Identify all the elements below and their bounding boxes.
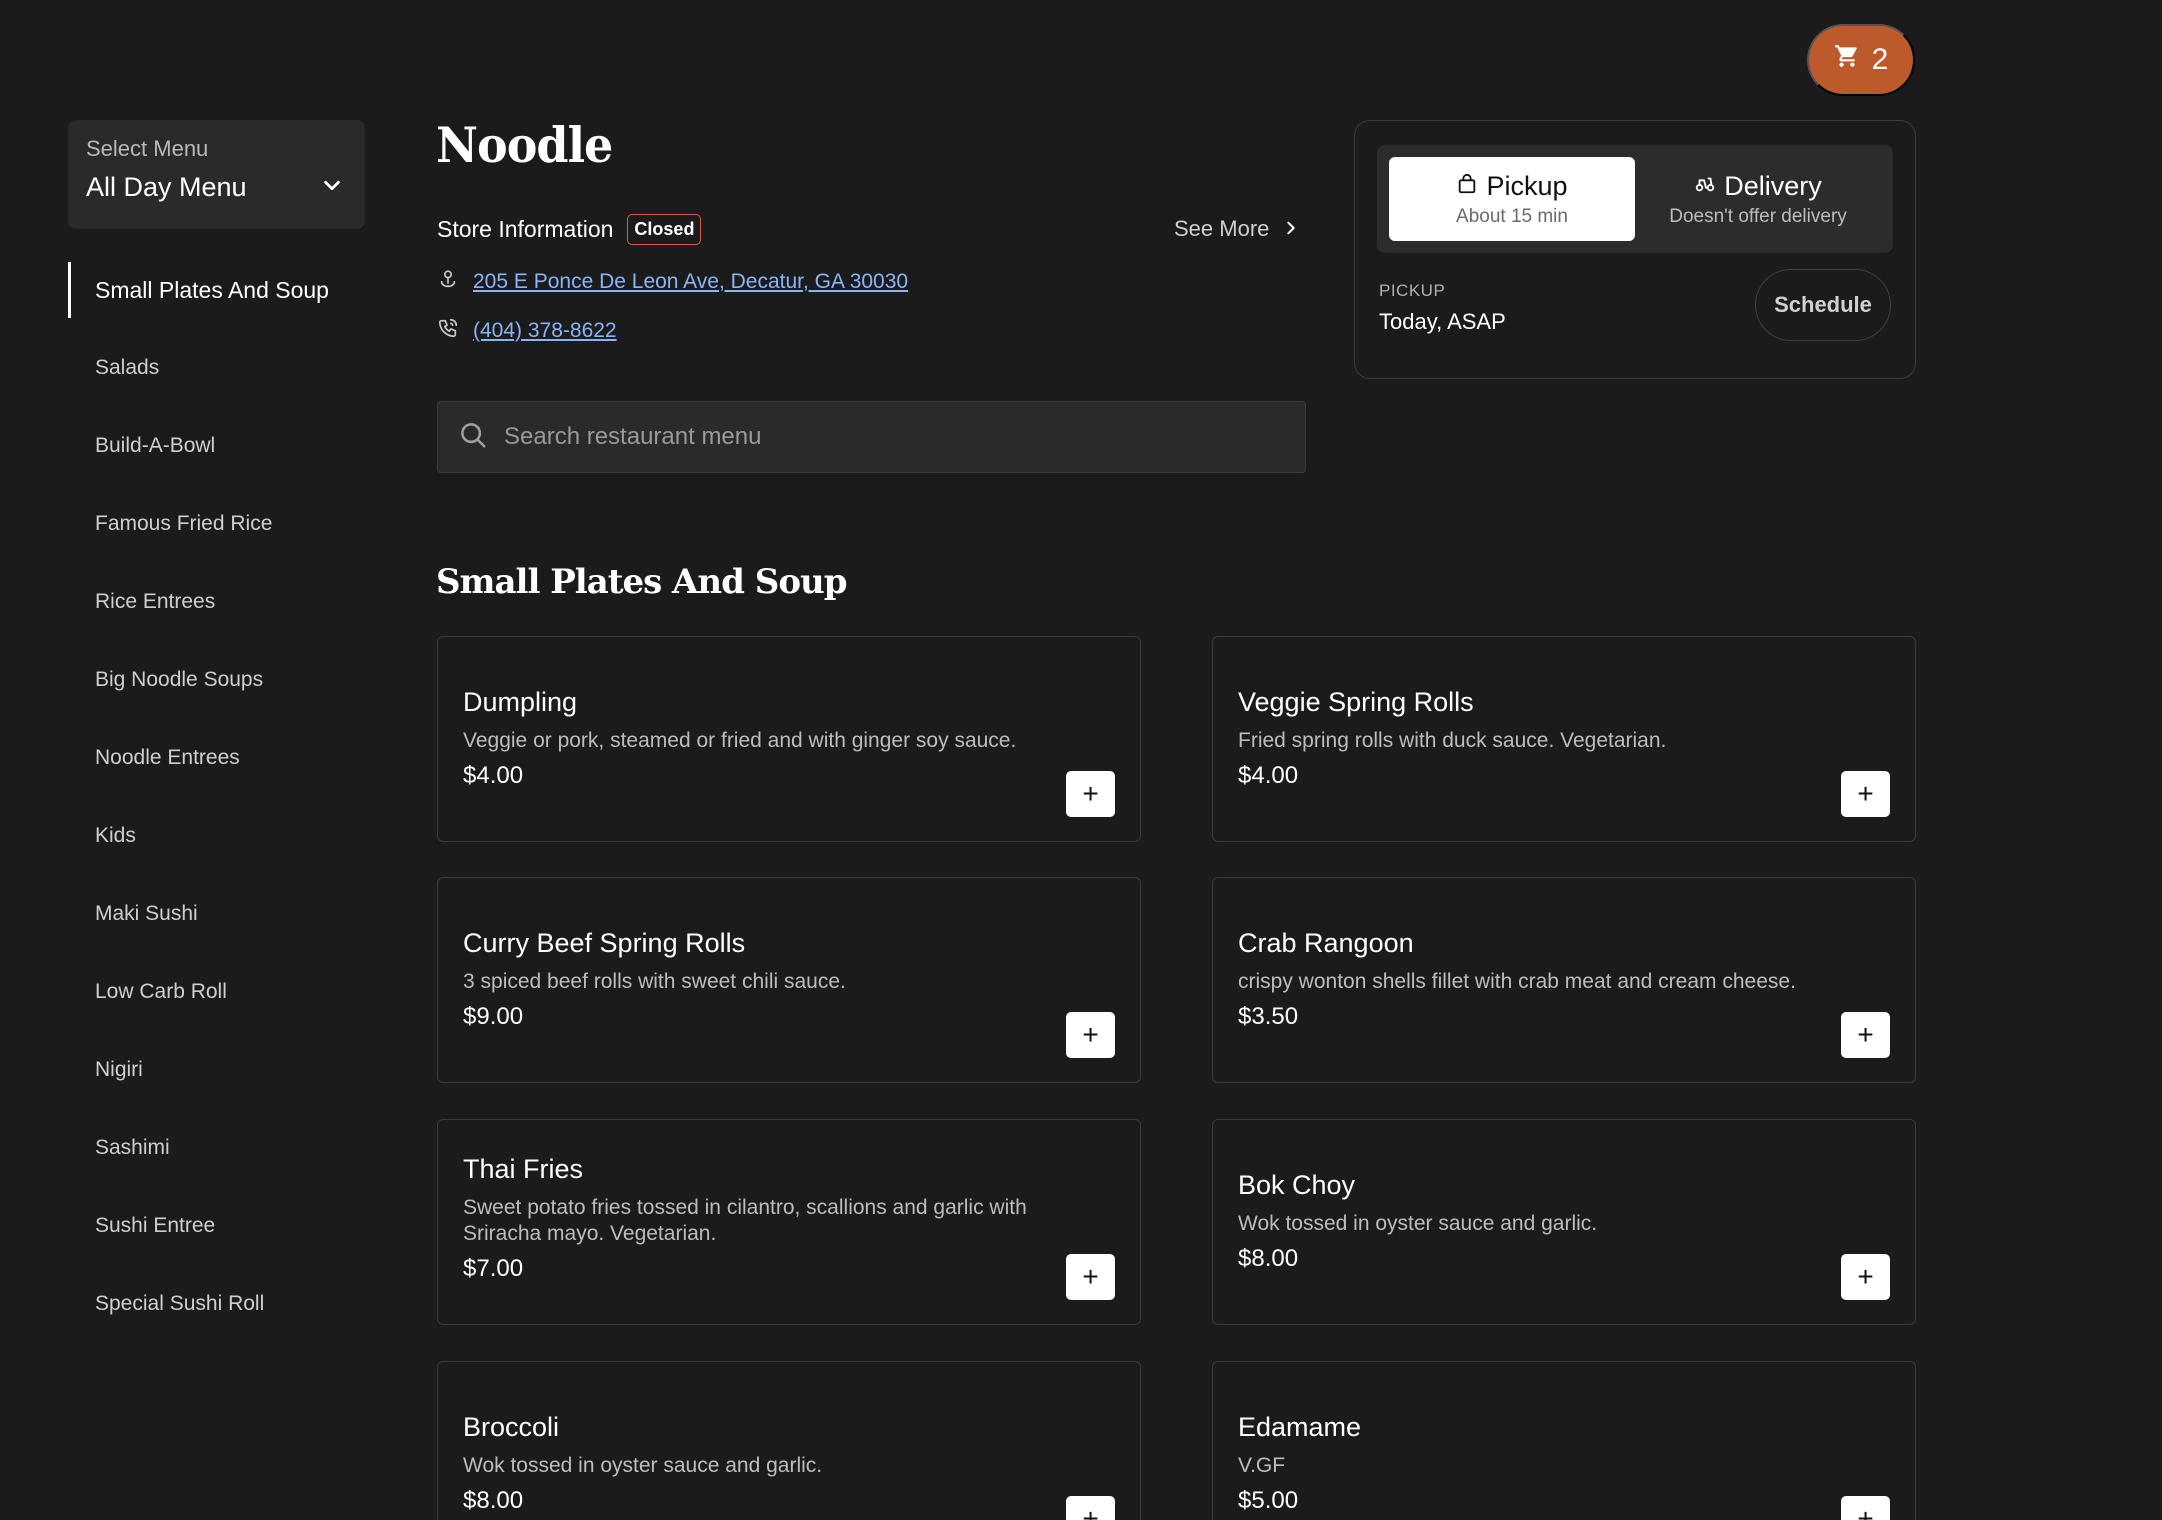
section-title: Small Plates And Soup [436,562,847,602]
chevron-right-icon [1283,216,1299,242]
pickup-time-value: Today, ASAP [1379,309,1506,334]
category-item-rice-entrees[interactable]: Rice Entrees [68,563,365,641]
add-item-button[interactable]: + [1841,1254,1890,1300]
category-item-kids[interactable]: Kids [68,797,365,875]
item-description: Veggie or pork, steamed or fried and wit… [463,729,1017,752]
item-price: $3.50 [1238,1003,1299,1030]
category-item-sashimi[interactable]: Sashimi [68,1109,365,1187]
store-info-row: Store Information Closed [437,214,702,245]
item-name: Curry Beef Spring Rolls [463,928,746,958]
menu-item-card[interactable]: Thai Fries Sweet potato fries tossed in … [437,1119,1141,1325]
scooter-icon [1694,171,1716,202]
item-price: $5.00 [1238,1487,1299,1514]
add-item-button[interactable]: + [1066,1254,1115,1300]
item-description: Sweet potato fries tossed in cilantro, s… [463,1196,1027,1245]
see-more-link[interactable]: See More [1174,216,1299,242]
store-info-label: Store Information [437,216,614,242]
add-item-button[interactable]: + [1841,771,1890,817]
item-name: Edamame [1238,1412,1362,1442]
address-link[interactable]: 205 E Ponce De Leon Ave, Decatur, GA 300… [473,270,908,294]
category-item-noodle-soups[interactable]: Big Noodle Soups [68,641,365,719]
add-item-button[interactable]: + [1066,1012,1115,1058]
address-row: 205 E Ponce De Leon Ave, Decatur, GA 300… [437,268,908,295]
pickup-time-info: PICKUP Today, ASAP [1379,281,1506,335]
item-name: Dumpling [463,687,578,717]
search-input[interactable] [504,423,1264,451]
category-item-build-a-bowl[interactable]: Build-A-Bowl [68,407,365,485]
status-badge: Closed [627,214,702,245]
delivery-option[interactable]: Delivery Doesn't offer delivery [1635,157,1881,241]
item-description: Wok tossed in oyster sauce and garlic. [463,1454,823,1477]
schedule-button[interactable]: Schedule [1755,269,1891,341]
item-description: 3 spiced beef rolls with sweet chili sau… [463,970,846,993]
menu-item-card[interactable]: Curry Beef Spring Rolls 3 spiced beef ro… [437,877,1141,1083]
category-item-small-plates[interactable]: Small Plates And Soup [68,262,365,318]
category-item-maki-sushi[interactable]: Maki Sushi [68,875,365,953]
menu-select-dropdown[interactable]: Select Menu All Day Menu [68,120,365,229]
item-description: crispy wonton shells fillet with crab me… [1238,970,1796,993]
cart-icon [1834,43,1860,77]
pickup-option[interactable]: Pickup About 15 min [1389,157,1635,241]
item-price: $9.00 [463,1003,524,1030]
menu-item-card[interactable]: Crab Rangoon crispy wonton shells fillet… [1212,877,1916,1083]
add-item-button[interactable]: + [1066,771,1115,817]
item-description: Fried spring rolls with duck sauce. Vege… [1238,729,1667,752]
pickup-mode-label: PICKUP [1379,281,1446,300]
menu-item-card[interactable]: Dumpling Veggie or pork, steamed or frie… [437,636,1141,842]
delivery-status: Doesn't offer delivery [1669,205,1847,227]
item-name: Veggie Spring Rolls [1238,687,1474,717]
menu-item-card[interactable]: Veggie Spring Rolls Fried spring rolls w… [1212,636,1916,842]
add-item-button[interactable]: + [1841,1496,1890,1520]
cart-button[interactable]: 2 [1807,24,1915,96]
item-name: Broccoli [463,1412,560,1442]
item-name: Bok Choy [1238,1170,1356,1200]
store-title: Noodle [436,116,613,174]
item-price: $4.00 [1238,762,1299,789]
menu-select-value: All Day Menu [86,172,247,202]
menu-item-card[interactable]: Broccoli Wok tossed in oyster sauce and … [437,1361,1141,1520]
item-name: Thai Fries [463,1154,584,1184]
category-item-sushi-entree[interactable]: Sushi Entree [68,1187,365,1265]
phone-row: (404) 378-8622 [437,317,617,344]
pickup-label: Pickup [1486,170,1568,201]
item-price: $4.00 [463,762,524,789]
add-item-button[interactable]: + [1841,1012,1890,1058]
page: 2 Select Menu All Day Menu Small Plates … [0,0,2162,1520]
chevron-down-icon [321,172,347,203]
category-nav: Small Plates And Soup Salads Build-A-Bow… [68,251,365,1343]
item-description: V.GF [1238,1454,1286,1477]
see-more-label: See More [1174,216,1270,241]
category-item-special-sushi-roll[interactable]: Special Sushi Roll [68,1265,365,1343]
shopping-bag-icon [1456,171,1478,202]
cart-count: 2 [1871,43,1889,76]
search-icon [458,420,488,455]
item-price: $8.00 [1238,1245,1299,1272]
menu-item-card[interactable]: Bok Choy Wok tossed in oyster sauce and … [1212,1119,1916,1325]
category-item-nigiri[interactable]: Nigiri [68,1031,365,1109]
pickup-eta: About 15 min [1456,205,1568,227]
order-panel: Pickup About 15 min Delivery Doesn't off… [1354,120,1916,379]
category-item-salads[interactable]: Salads [68,329,365,407]
menu-select-label: Select Menu [86,136,209,161]
menu-item-card[interactable]: Edamame V.GF $5.00 + [1212,1361,1916,1520]
item-name: Crab Rangoon [1238,928,1414,958]
add-item-button[interactable]: + [1066,1496,1115,1520]
delivery-label: Delivery [1724,170,1822,201]
category-item-fried-rice[interactable]: Famous Fried Rice [68,485,365,563]
item-description: Wok tossed in oyster sauce and garlic. [1238,1212,1598,1235]
category-item-noodle-entrees[interactable]: Noodle Entrees [68,719,365,797]
item-price: $7.00 [463,1255,524,1282]
phone-link[interactable]: (404) 378-8622 [473,319,617,343]
fulfillment-toggle: Pickup About 15 min Delivery Doesn't off… [1377,145,1893,253]
category-item-low-carb-roll[interactable]: Low Carb Roll [68,953,365,1031]
location-pin-icon [437,268,459,295]
item-price: $8.00 [463,1487,524,1514]
phone-icon [437,317,459,344]
search-bar [437,401,1306,473]
